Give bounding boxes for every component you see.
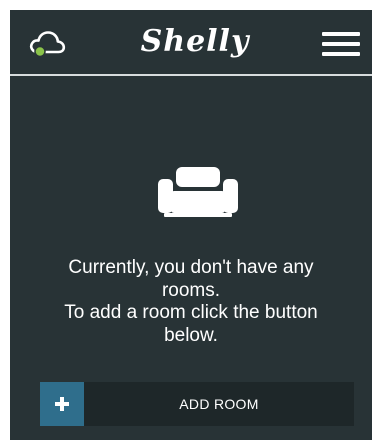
plus-icon [40, 382, 84, 426]
cloud-connected-status-dot [34, 45, 46, 58]
empty-message-line: Currently, you don't have any [68, 257, 314, 278]
add-room-label: ADD ROOM [179, 396, 259, 412]
header-divider [10, 74, 372, 76]
empty-message-line: To add a room click the button [64, 302, 318, 323]
menu-line [322, 52, 360, 56]
shelly-logo: Shelly [140, 24, 250, 59]
empty-message-line: rooms. [161, 279, 221, 301]
app-screen: Shelly Currently, you don't have any roo… [10, 10, 372, 440]
menu-line [322, 32, 360, 36]
sofa-icon [158, 165, 238, 217]
menu-line [322, 42, 360, 46]
cloud-icon [29, 31, 66, 58]
add-room-button[interactable]: ADD ROOM [40, 382, 354, 426]
cloud-status-button[interactable] [28, 26, 68, 58]
empty-message-line: below. [164, 324, 218, 346]
hamburger-menu-icon[interactable] [322, 32, 360, 56]
empty-rooms-message: Currently, you don't have any rooms. To … [40, 257, 342, 347]
app-header: Shelly [10, 10, 372, 74]
